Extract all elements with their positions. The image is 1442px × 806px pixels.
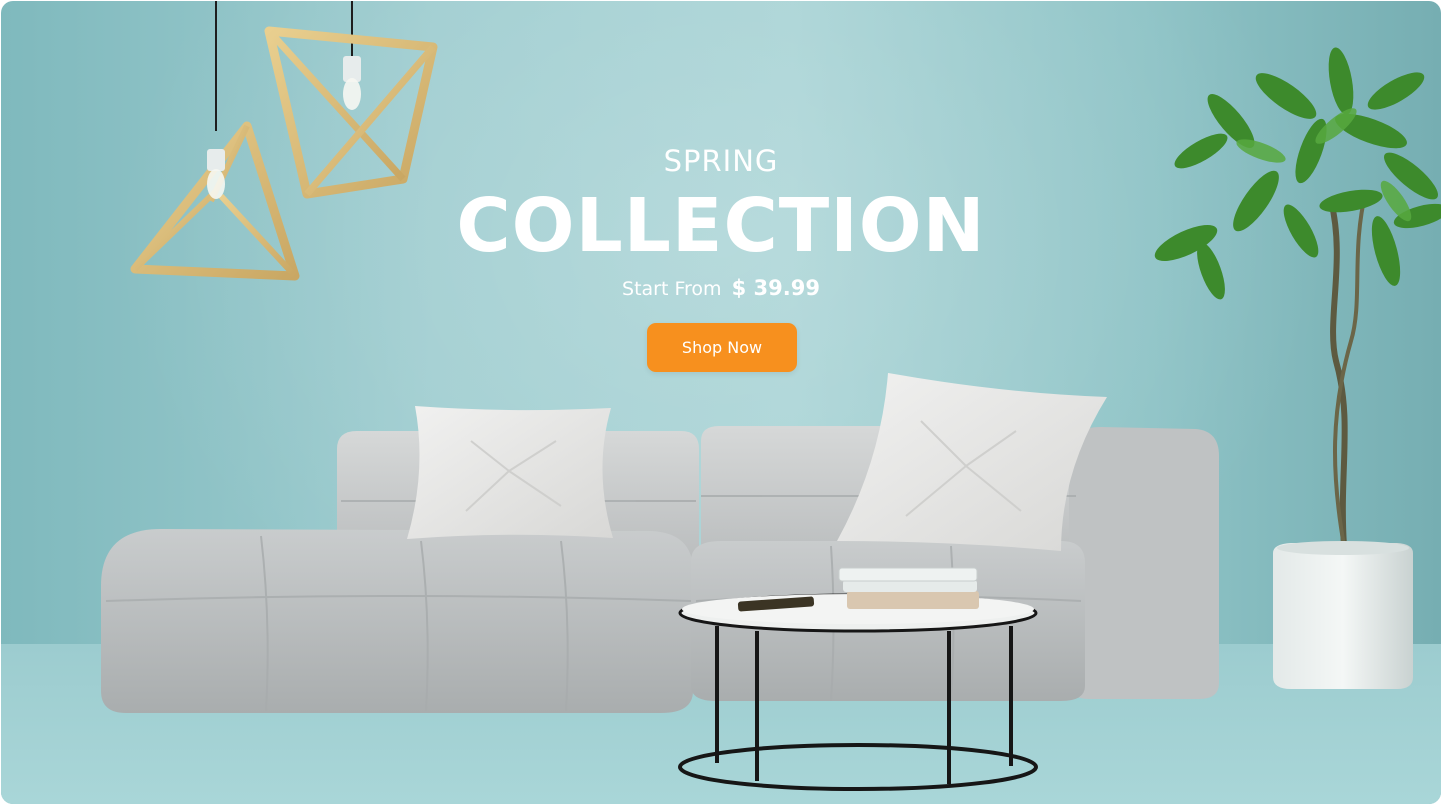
hero-text-block: SPRING COLLECTION Start From $ 39.99 — [421, 141, 1021, 304]
price-prefix: Start From — [622, 278, 722, 300]
hero-banner: SPRING COLLECTION Start From $ 39.99 Sho… — [1, 1, 1441, 804]
shop-now-button[interactable]: Shop Now — [647, 323, 797, 372]
sofa-icon — [101, 373, 1219, 713]
price-value: $ 39.99 — [731, 276, 820, 300]
hero-headline: COLLECTION — [456, 183, 986, 269]
pendant-lamp-icon — [130, 1, 438, 281]
price-line: Start From $ 39.99 — [421, 273, 1021, 304]
hero-eyebrow: SPRING — [663, 144, 779, 178]
room-scene — [101, 1, 1441, 791]
